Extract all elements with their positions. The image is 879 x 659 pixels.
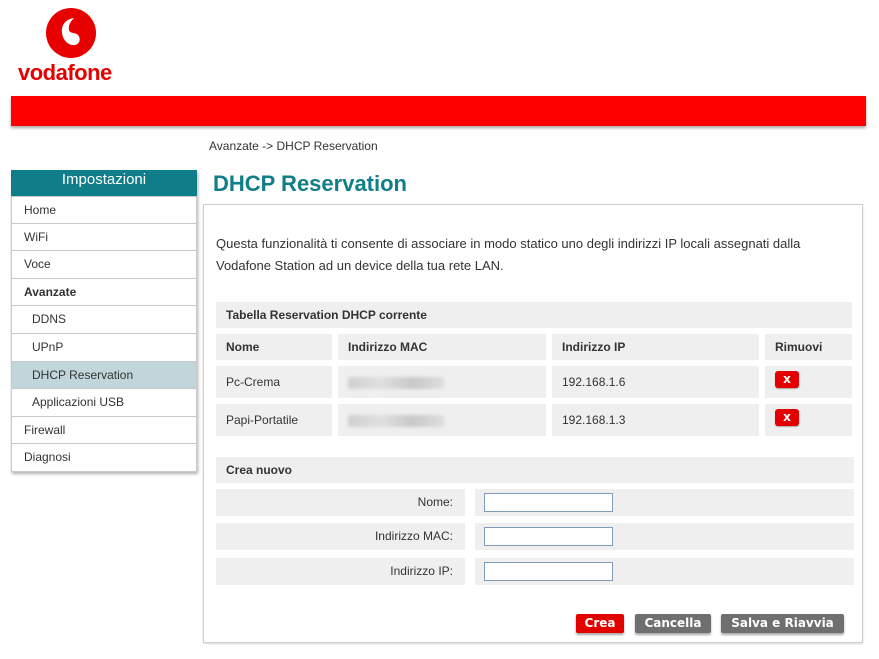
create-section-title: Crea nuovo	[216, 457, 854, 483]
row-2-remove-button[interactable]: x	[775, 409, 799, 426]
sidebar-item-avanzate[interactable]: Avanzate	[11, 278, 197, 307]
sidebar-item-ddns[interactable]: DDNS	[11, 306, 197, 334]
vodafone-logo: vodafone	[18, 8, 128, 85]
sidebar-item-wifi[interactable]: WiFi	[11, 223, 197, 252]
mac-label: Indirizzo MAC:	[216, 523, 465, 550]
sidebar-item-voce[interactable]: Voce	[11, 251, 197, 279]
sidebar-item-diagnosi[interactable]: Diagnosi	[11, 444, 197, 472]
vodafone-wordmark: vodafone	[18, 60, 112, 85]
sidebar-item-firewall[interactable]: Firewall	[11, 416, 197, 445]
sidebar-item-upnp[interactable]: UPnP	[11, 333, 197, 362]
sidebar-item-applicazioni-usb[interactable]: Applicazioni USB	[11, 389, 197, 417]
sidebar-item-dhcp-reservation[interactable]: DHCP Reservation	[11, 361, 197, 390]
nome-label: Nome:	[216, 489, 465, 516]
sidebar: Impostazioni Home WiFi Voce Avanzate DDN…	[11, 170, 197, 472]
create-button[interactable]: Crea	[576, 614, 624, 633]
cancel-button[interactable]: Cancella	[635, 614, 711, 633]
nome-input[interactable]	[484, 493, 613, 512]
vodafone-speechmark-icon	[46, 8, 96, 58]
save-reboot-button[interactable]: Salva e Riavvia	[721, 614, 844, 633]
row-1-remove-button[interactable]: x	[775, 371, 799, 388]
row-1-ip: 192.168.1.6	[552, 366, 759, 398]
redacted-mac	[348, 376, 444, 389]
ip-label: Indirizzo IP:	[216, 558, 465, 585]
row-2-name: Papi-Portatile	[216, 404, 332, 436]
mac-input[interactable]	[484, 527, 613, 546]
sidebar-title: Impostazioni	[11, 170, 197, 196]
breadcrumb: Avanzate -> DHCP Reservation	[209, 139, 378, 153]
mac-field-cell	[475, 523, 854, 550]
redacted-mac	[348, 414, 444, 427]
row-2-ip: 192.168.1.3	[552, 404, 759, 436]
row-2-mac	[338, 404, 546, 436]
column-header-mac: Indirizzo MAC	[338, 334, 546, 360]
x-icon: x	[783, 410, 791, 424]
column-header-nome: Nome	[216, 334, 332, 360]
column-header-rimuovi: Rimuovi	[765, 334, 852, 360]
column-header-ip: Indirizzo IP	[552, 334, 759, 360]
row-1-mac	[338, 366, 546, 398]
sidebar-item-home[interactable]: Home	[11, 196, 197, 224]
main-panel: Questa funzionalità ti consente di assoc…	[203, 204, 863, 643]
top-banner	[11, 96, 866, 126]
intro-text: Questa funzionalità ti consente di assoc…	[216, 236, 801, 273]
x-icon: x	[783, 372, 791, 386]
ip-field-cell	[475, 558, 854, 585]
page-title: DHCP Reservation	[213, 171, 407, 196]
table-title: Tabella Reservation DHCP corrente	[216, 302, 852, 328]
nome-field-cell	[475, 489, 854, 516]
ip-input[interactable]	[484, 562, 613, 581]
row-1-name: Pc-Crema	[216, 366, 332, 398]
